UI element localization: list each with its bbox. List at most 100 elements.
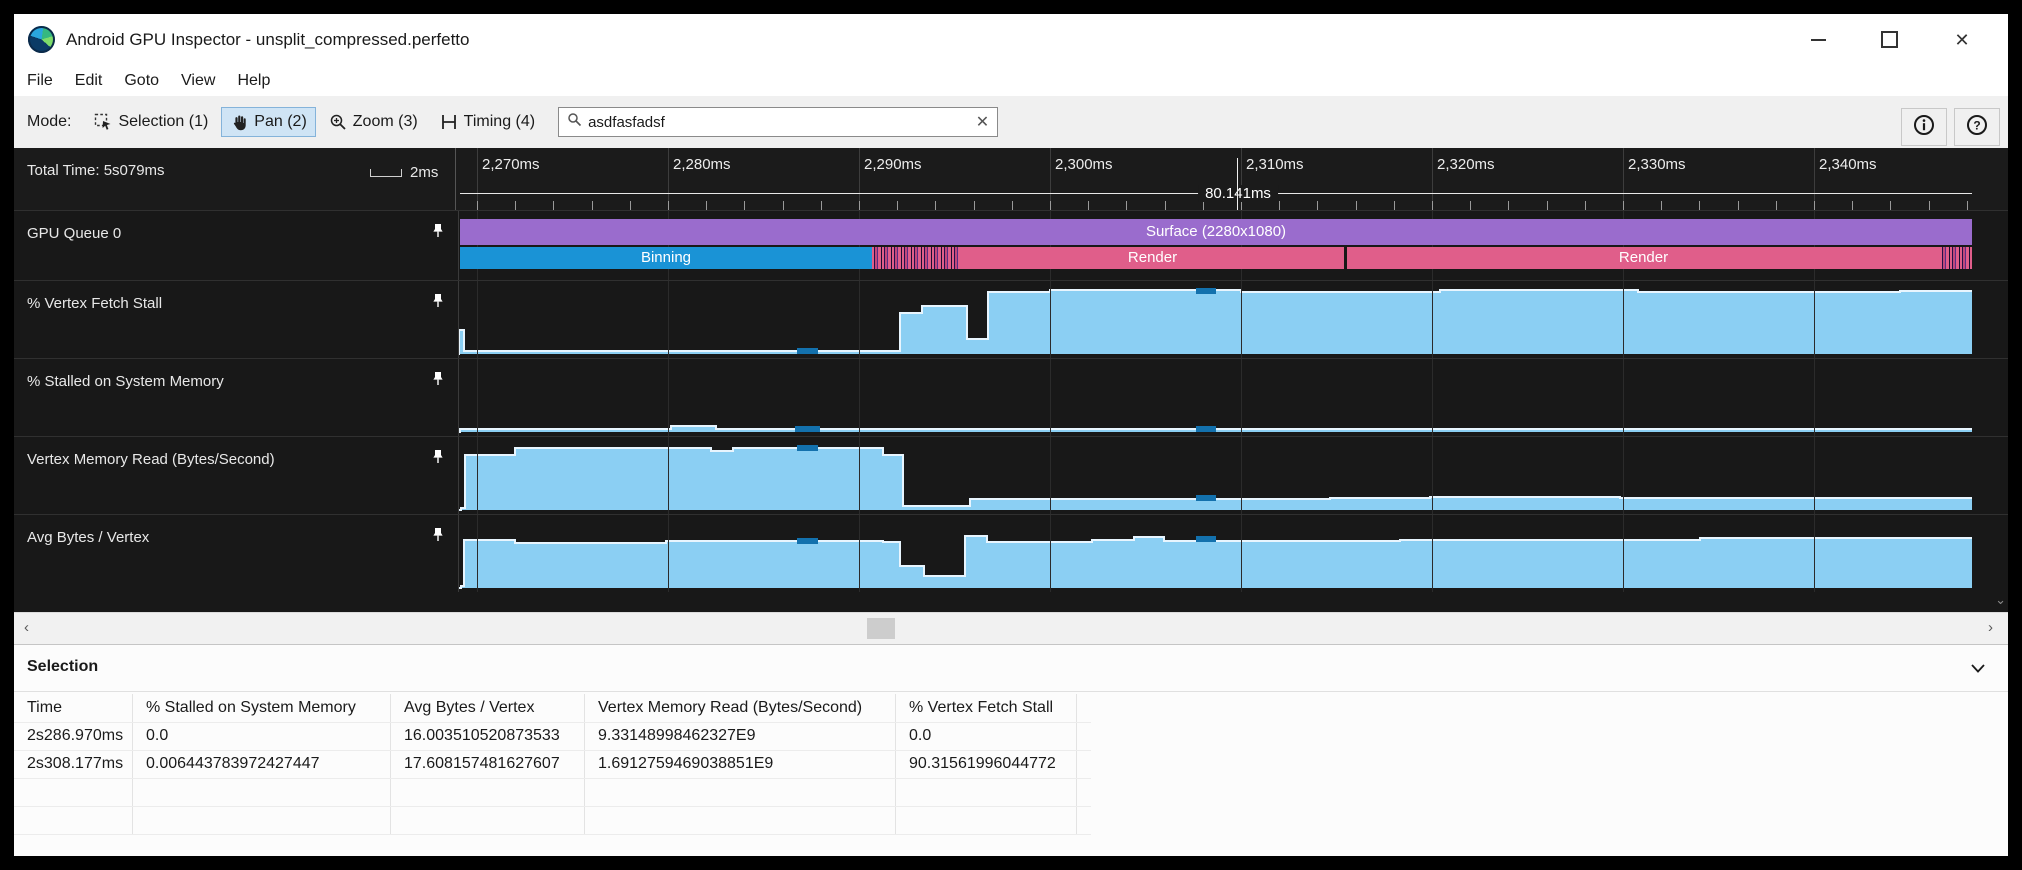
- collapse-chevron-icon[interactable]: [1970, 661, 1986, 679]
- ruler-tick-label: 2,280ms: [673, 156, 731, 173]
- zoom-mode-button[interactable]: Zoom (3): [320, 107, 427, 137]
- span-surface-2280x1080-[interactable]: Surface (2280x1080): [460, 219, 1972, 245]
- gridline: [1241, 515, 1242, 592]
- scroll-left-icon[interactable]: ‹: [24, 619, 29, 636]
- column-header-2[interactable]: % Stalled on System Memory: [133, 694, 391, 722]
- maximize-button[interactable]: [1874, 26, 1904, 54]
- search-input[interactable]: asdfasfadsf: [588, 114, 976, 131]
- ruler-tick-label: 2,300ms: [1055, 156, 1113, 173]
- track-row--stalled-on-system-memory[interactable]: % Stalled on System Memory: [14, 358, 2008, 436]
- table-cell[interactable]: 90.31561996044772: [896, 750, 1077, 778]
- minimize-button[interactable]: [1803, 26, 1833, 54]
- table-row-line: [14, 834, 1091, 835]
- ruler-minor-tick: [1088, 201, 1089, 210]
- table-cell[interactable]: 0.0: [133, 722, 391, 750]
- table-cell-empty: [133, 778, 391, 806]
- span-slices[interactable]: [1940, 247, 1972, 269]
- close-button[interactable]: ✕: [1947, 26, 1977, 54]
- span-render[interactable]: Render: [1347, 247, 1940, 269]
- ruler-minor-tick: [897, 201, 898, 210]
- measurement-label: 80.141ms: [1198, 185, 1278, 202]
- horizontal-scrollbar[interactable]: ‹ ›: [14, 612, 2008, 644]
- pin-icon[interactable]: [430, 371, 446, 392]
- track-chart-zone[interactable]: [458, 437, 1972, 514]
- selection-header[interactable]: Selection: [14, 645, 2008, 692]
- pin-icon[interactable]: [430, 293, 446, 314]
- span-render[interactable]: Render: [961, 247, 1344, 269]
- column-header-3[interactable]: Avg Bytes / Vertex: [391, 694, 585, 722]
- track-chart-zone[interactable]: [458, 359, 1972, 436]
- info-button[interactable]: [1901, 108, 1947, 146]
- search-clear-icon[interactable]: ✕: [976, 112, 989, 132]
- timing-icon: [440, 113, 458, 131]
- track-label: % Vertex Fetch Stall: [27, 295, 162, 312]
- column-header-5[interactable]: % Vertex Fetch Stall: [896, 694, 1077, 722]
- track-chart-zone[interactable]: [458, 281, 1972, 358]
- track-row--vertex-fetch-stall[interactable]: % Vertex Fetch Stall: [14, 280, 2008, 358]
- column-header-1[interactable]: Time: [14, 694, 133, 722]
- ruler-minor-tick: [1585, 201, 1586, 210]
- track-chart-zone[interactable]: Surface (2280x1080)Binning RenderRender: [458, 211, 1972, 280]
- timing-mode-button[interactable]: Timing (4): [431, 107, 544, 137]
- screenshot-frame: Android GPU Inspector - unsplit_compress…: [0, 0, 2022, 870]
- ruler-minor-tick: [1050, 201, 1051, 210]
- pin-icon[interactable]: [430, 223, 446, 244]
- track-chart-zone[interactable]: [458, 515, 1972, 592]
- selected-sample-marker: [795, 426, 820, 432]
- ruler-minor-tick: [1623, 201, 1624, 210]
- span-slices[interactable]: [872, 247, 961, 269]
- vertical-scroll-hint-icon[interactable]: ⌄: [1995, 592, 2006, 608]
- table-cell[interactable]: 16.003510520873533: [391, 722, 585, 750]
- track-row-vertex-memory-read-bytes-second-[interactable]: Vertex Memory Read (Bytes/Second): [14, 436, 2008, 514]
- search-icon: [567, 112, 582, 132]
- table-cell[interactable]: 1.6912759469038851E9: [585, 750, 896, 778]
- timeline-area[interactable]: Total Time: 5s079ms 2ms 2,270ms2,280ms2,…: [14, 148, 2008, 612]
- track-label: % Stalled on System Memory: [27, 373, 224, 390]
- zoom-icon: [329, 113, 347, 131]
- counter-area-chart: [458, 281, 1972, 358]
- total-time-label: Total Time: 5s079ms: [27, 162, 165, 179]
- gridline: [1050, 359, 1051, 436]
- track-row-gpu-queue-0[interactable]: GPU Queue 0Surface (2280x1080)BinningRen…: [14, 210, 2008, 280]
- span-binning[interactable]: Binning: [460, 247, 872, 269]
- pan-mode-button[interactable]: Pan (2): [221, 107, 315, 137]
- menu-view[interactable]: View: [181, 72, 215, 90]
- menu-goto[interactable]: Goto: [124, 72, 159, 90]
- ruler-minor-tick: [1203, 201, 1204, 210]
- table-cell[interactable]: 0.006443783972427447: [133, 750, 391, 778]
- time-ruler[interactable]: Total Time: 5s079ms 2ms 2,270ms2,280ms2,…: [14, 148, 2008, 211]
- table-cell[interactable]: 2s308.177ms: [14, 750, 133, 778]
- menu-file[interactable]: File: [27, 72, 53, 90]
- gridline: [1814, 359, 1815, 436]
- ruler-minor-tick: [1470, 201, 1471, 210]
- ruler-tick-label: 2,330ms: [1628, 156, 1686, 173]
- ruler-minor-tick: [1776, 201, 1777, 210]
- table-cell[interactable]: 2s286.970ms: [14, 722, 133, 750]
- column-header-4[interactable]: Vertex Memory Read (Bytes/Second): [585, 694, 896, 722]
- help-button[interactable]: ?: [1954, 108, 2000, 146]
- ruler-minor-tick: [1394, 201, 1395, 210]
- window-title: Android GPU Inspector - unsplit_compress…: [66, 30, 469, 50]
- scrollbar-thumb[interactable]: [867, 618, 895, 639]
- ruler-minor-tick: [974, 201, 975, 210]
- selection-mode-button[interactable]: Selection (1): [85, 107, 217, 137]
- table-cell[interactable]: 0.0: [896, 722, 1077, 750]
- counter-area-chart: [458, 359, 1972, 436]
- search-box[interactable]: asdfasfadsf ✕: [558, 107, 998, 137]
- table-cell[interactable]: 17.608157481627607: [391, 750, 585, 778]
- table-cell[interactable]: 9.33148998462327E9: [585, 722, 896, 750]
- scale-bracket-icon: [370, 169, 402, 177]
- gridline: [668, 515, 669, 592]
- scroll-right-icon[interactable]: ›: [1988, 619, 1993, 636]
- pin-icon[interactable]: [430, 527, 446, 548]
- track-row-avg-bytes-vertex[interactable]: Avg Bytes / Vertex: [14, 514, 2008, 592]
- menu-help[interactable]: Help: [237, 72, 270, 90]
- ruler-minor-tick: [859, 201, 860, 210]
- ruler-minor-tick: [1356, 201, 1357, 210]
- svg-text:?: ?: [1973, 118, 1980, 132]
- ruler-minor-tick: [1241, 201, 1242, 210]
- menu-edit[interactable]: Edit: [75, 72, 103, 90]
- pin-icon[interactable]: [430, 449, 446, 470]
- label-track-divider: [458, 281, 459, 358]
- ruler-minor-tick: [1890, 201, 1891, 210]
